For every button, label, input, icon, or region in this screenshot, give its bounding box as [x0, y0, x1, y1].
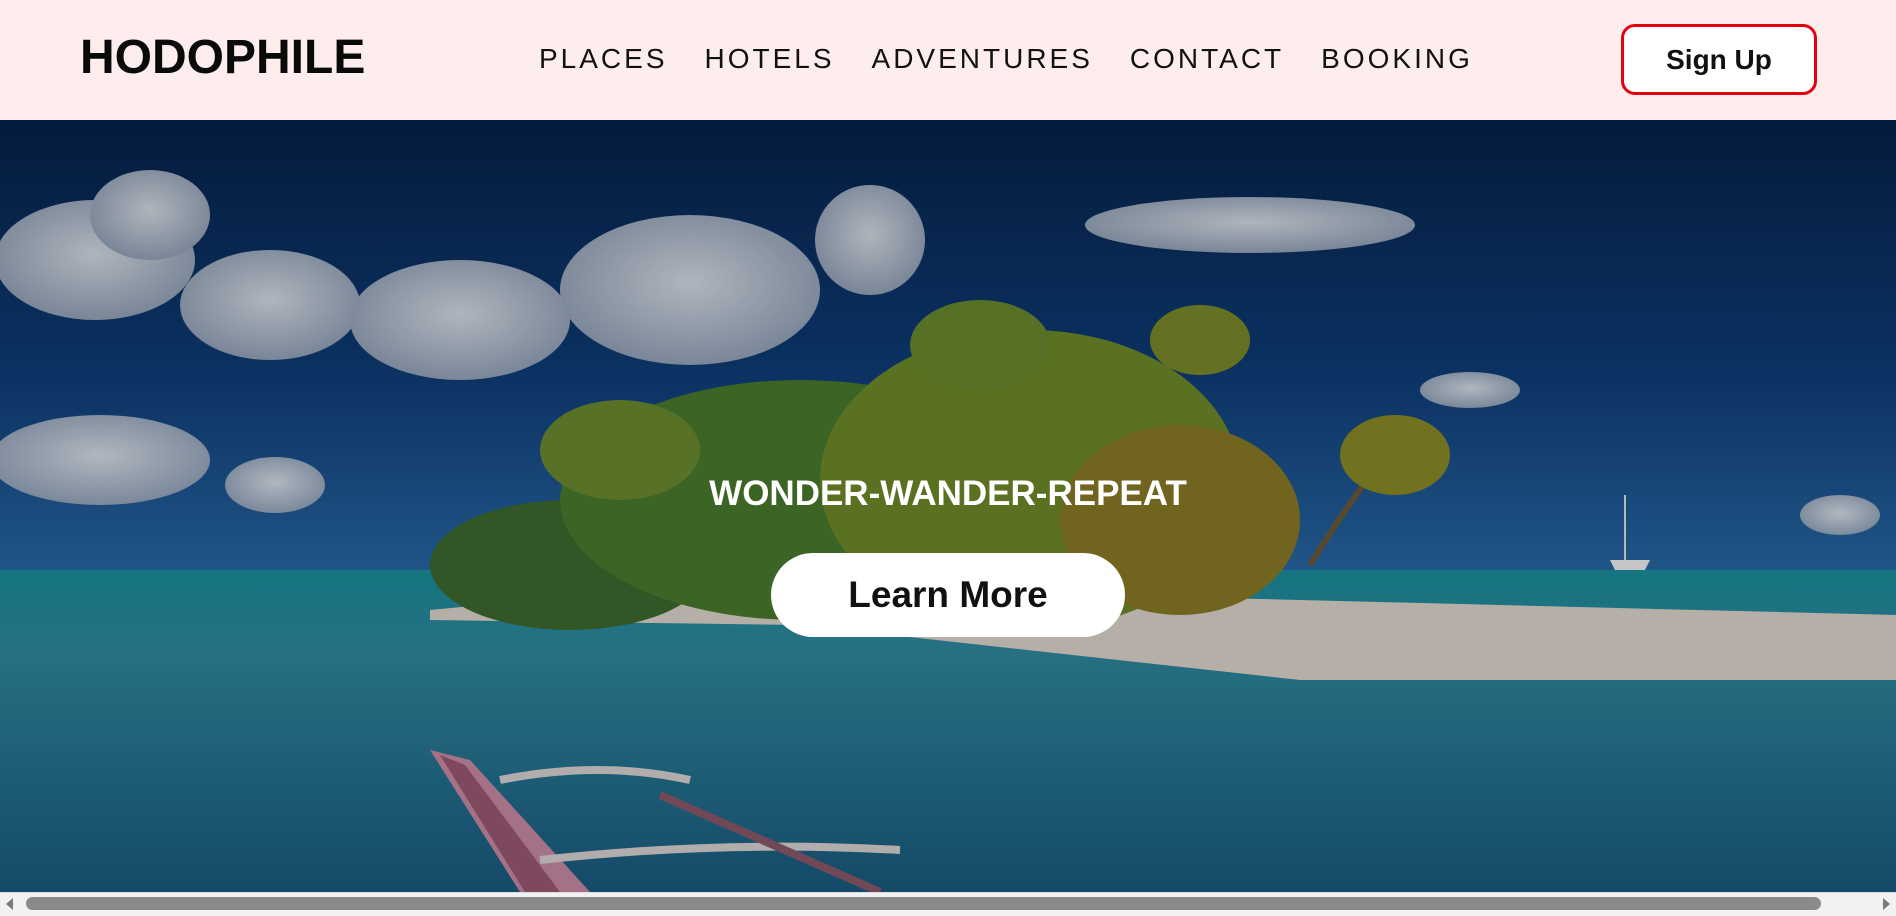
horizontal-scrollbar[interactable] — [0, 892, 1896, 916]
hero-section: WONDER-WANDER-REPEAT Learn More — [0, 120, 1896, 892]
main-nav: PLACES HOTELS ADVENTURES CONTACT BOOKING — [539, 42, 1473, 76]
learn-more-button[interactable]: Learn More — [771, 553, 1125, 637]
hero-tagline: WONDER-WANDER-REPEAT — [709, 474, 1187, 513]
scroll-right-arrow-icon[interactable] — [1883, 898, 1890, 910]
nav-link-booking[interactable]: BOOKING — [1321, 42, 1473, 76]
nav-link-places[interactable]: PLACES — [539, 42, 668, 76]
scroll-left-arrow-icon[interactable] — [6, 898, 13, 910]
nav-link-hotels[interactable]: HOTELS — [705, 42, 835, 76]
nav-link-contact[interactable]: CONTACT — [1130, 42, 1284, 76]
navbar: HODOPHILE PLACES HOTELS ADVENTURES CONTA… — [0, 0, 1896, 120]
scrollbar-thumb[interactable] — [26, 897, 1821, 910]
site-logo[interactable]: HODOPHILE — [80, 30, 365, 86]
nav-link-adventures[interactable]: ADVENTURES — [872, 42, 1093, 76]
sign-up-button[interactable]: Sign Up — [1621, 24, 1817, 95]
